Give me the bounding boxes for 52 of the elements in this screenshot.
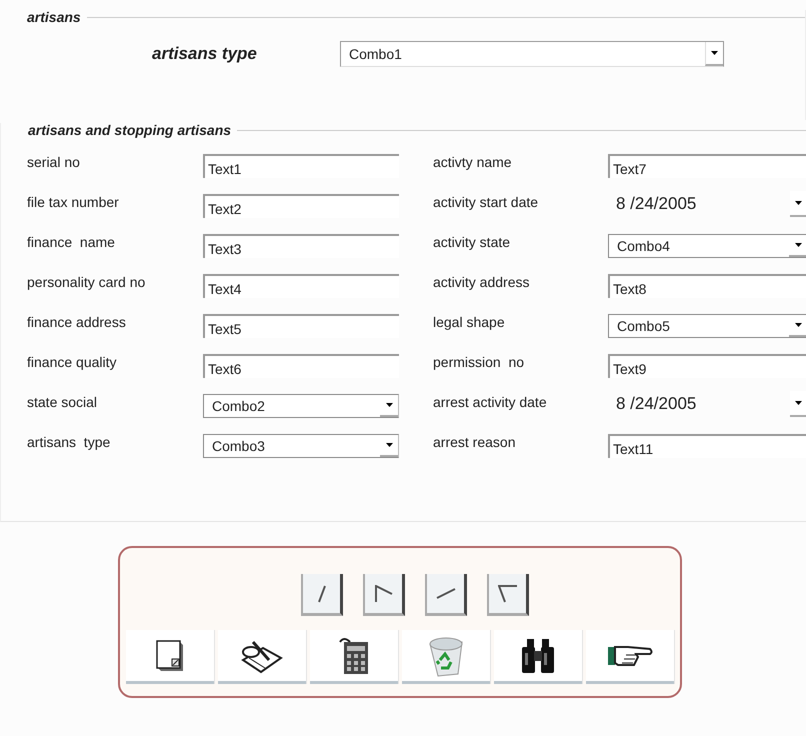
combo-box[interactable]: Combo2 — [203, 394, 399, 418]
text-field[interactable]: Text3 — [203, 234, 399, 258]
text-field[interactable]: Text1 — [203, 154, 399, 178]
date-picker[interactable]: 8 /24/2005 — [608, 390, 806, 418]
toolbar-button[interactable] — [126, 630, 214, 684]
field-label: finance quality — [27, 353, 118, 370]
field-label: activity start date — [433, 193, 540, 210]
field-label: serial no — [27, 153, 81, 170]
text-field[interactable]: Text5 — [203, 314, 399, 338]
navigation-button[interactable] — [487, 574, 529, 616]
field-label: activty name — [433, 153, 513, 170]
dropdown-arrow-icon — [795, 401, 802, 405]
dropdown-arrow-icon — [711, 51, 718, 55]
toolbar-button[interactable] — [218, 630, 306, 684]
field-label: legal shape — [433, 313, 506, 330]
field-label: activity address — [433, 273, 530, 290]
group-title: artisans — [27, 9, 81, 25]
field-label: arrest activity date — [433, 393, 548, 410]
dropdown-arrow-icon — [795, 201, 802, 205]
dropdown-arrow-icon — [794, 323, 802, 327]
date-picker[interactable]: 8 /24/2005 — [608, 190, 806, 218]
combo-box[interactable]: Combo1 — [340, 41, 724, 67]
field-label: finance address — [27, 313, 127, 330]
field-label: activity state — [433, 233, 512, 250]
field-label: arrest reason — [433, 433, 516, 450]
dropdown-arrow-icon — [794, 243, 802, 247]
text-field[interactable]: Text6 — [203, 354, 399, 378]
field-label: file tax number — [27, 193, 120, 210]
text-field[interactable]: Text4 — [203, 274, 399, 298]
navigation-button[interactable] — [301, 574, 343, 616]
field-label: state social — [27, 393, 98, 410]
text-field[interactable]: Text8 — [608, 274, 806, 298]
field-label: artisans type — [152, 44, 258, 64]
text-field[interactable]: Text2 — [203, 194, 399, 218]
navigation-button[interactable] — [425, 574, 467, 616]
field-label: finance name — [27, 233, 116, 250]
toolbar-button[interactable] — [586, 630, 674, 684]
navigation-button[interactable] — [363, 574, 405, 616]
text-field[interactable]: Text7 — [608, 154, 806, 178]
toolbar-button[interactable] — [494, 630, 582, 684]
field-label: artisans type — [27, 433, 112, 450]
field-label: permission no — [433, 353, 526, 370]
combo-box[interactable]: Combo4 — [608, 234, 806, 258]
toolbar-button[interactable] — [310, 630, 398, 684]
field-label: personality card no — [27, 273, 146, 290]
combo-box[interactable]: Combo3 — [203, 434, 399, 458]
dropdown-arrow-icon — [386, 443, 392, 447]
dropdown-arrow-icon — [386, 403, 392, 407]
text-field[interactable]: Text11 — [608, 434, 806, 458]
combo-box[interactable]: Combo5 — [608, 314, 806, 338]
group-title: artisans and stopping artisans — [28, 122, 232, 138]
text-field[interactable]: Text9 — [608, 354, 806, 378]
